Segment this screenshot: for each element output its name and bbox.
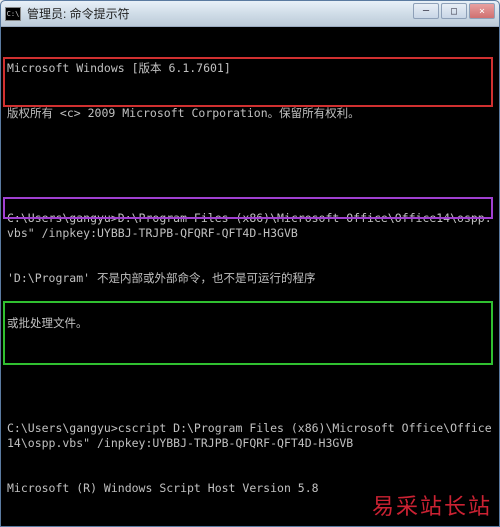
command-prompt-window: C:\ 管理员: 命令提示符 ─ □ × Microsoft Windows [… [0, 0, 500, 527]
window-controls: ─ □ × [413, 3, 495, 19]
console-line: C:\Users\gangyu>cscript D:\Program Files… [7, 421, 493, 451]
titlebar[interactable]: C:\ 管理员: 命令提示符 ─ □ × [1, 1, 499, 27]
highlight-box-green [3, 301, 493, 365]
close-button[interactable]: × [469, 3, 495, 19]
window-title: 管理员: 命令提示符 [27, 5, 130, 22]
console-line: C:\Users\gangyu>D:\Program Files (x86)\M… [7, 211, 493, 241]
console-line: Microsoft (R) Windows Script Host Versio… [7, 481, 493, 496]
console-line: 或批处理文件。 [7, 316, 493, 331]
console-area[interactable]: Microsoft Windows [版本 6.1.7601] 版权所有 <c>… [1, 27, 499, 527]
minimize-button[interactable]: ─ [413, 3, 439, 19]
console-line: 版权所有 <c> 2009 Microsoft Corporation。保留所有… [7, 106, 493, 121]
console-line: Microsoft Windows [版本 6.1.7601] [7, 61, 493, 76]
cmd-icon: C:\ [5, 7, 21, 21]
maximize-button[interactable]: □ [441, 3, 467, 19]
console-line: 'D:\Program' 不是内部或外部命令，也不是可运行的程序 [7, 271, 493, 286]
